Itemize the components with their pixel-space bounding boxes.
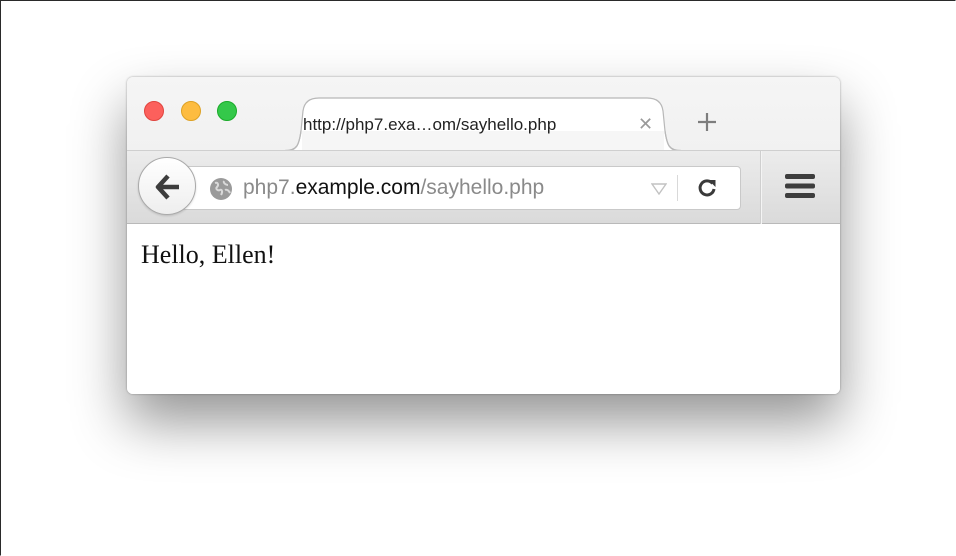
- close-window-button[interactable]: [144, 101, 164, 121]
- zoom-window-button[interactable]: [217, 101, 237, 121]
- navigation-toolbar: php7.example.com/sayhello.php: [127, 150, 840, 225]
- tab-title: http://php7.exa…om/sayhello.php: [303, 115, 557, 134]
- back-arrow-icon: [155, 174, 179, 200]
- globe-icon: [210, 178, 232, 200]
- plus-icon: [698, 113, 716, 131]
- greeting-text: Hello, Ellen!: [141, 240, 276, 269]
- browser-window: http://php7.exa…om/sayhello.php ✕ php7.e…: [127, 77, 840, 394]
- url-text: php7.example.com/sayhello.php: [243, 176, 544, 200]
- url-host: example.com: [295, 176, 421, 199]
- back-button[interactable]: [138, 157, 196, 215]
- close-icon[interactable]: ✕: [638, 114, 653, 135]
- reload-icon[interactable]: [696, 177, 718, 199]
- address-bar[interactable]: php7.example.com/sayhello.php: [171, 166, 741, 210]
- hamburger-menu-icon[interactable]: [785, 173, 815, 199]
- url-prefix: php7.: [243, 176, 296, 199]
- dropdown-arrow-icon[interactable]: [651, 183, 667, 195]
- minimize-window-button[interactable]: [181, 101, 201, 121]
- new-tab-button[interactable]: [695, 110, 719, 134]
- url-divider: [677, 175, 678, 201]
- url-path: /sayhello.php: [420, 176, 545, 199]
- toolbar-divider: [760, 151, 761, 225]
- title-bar: http://php7.exa…om/sayhello.php ✕: [127, 77, 840, 151]
- tab-active[interactable]: http://php7.exa…om/sayhello.php ✕: [285, 97, 681, 151]
- page-content: Hello, Ellen!: [127, 224, 840, 394]
